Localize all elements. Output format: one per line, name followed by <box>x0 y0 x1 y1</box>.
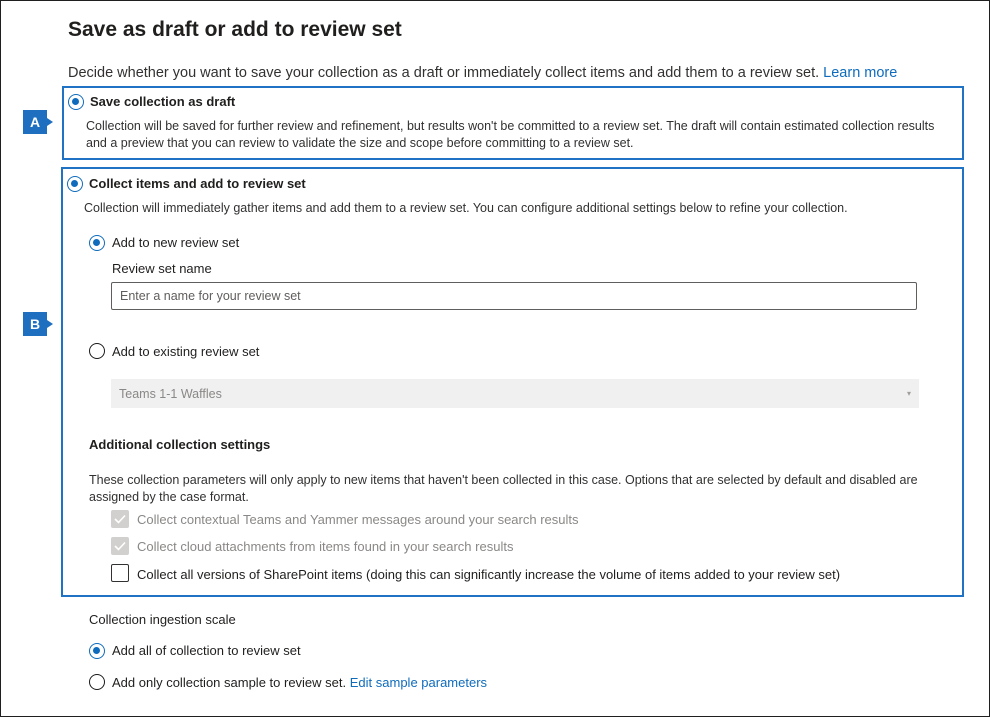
callout-b: B <box>23 312 53 336</box>
existing-review-set-dropdown[interactable]: Teams 1-1 Waffles ▾ <box>111 379 919 408</box>
collect-items-description: Collection will immediately gather items… <box>84 201 848 215</box>
additional-settings-description-2: assigned by the case format. <box>89 490 249 504</box>
chevron-down-icon: ▾ <box>906 389 911 398</box>
ingestion-scale-heading: Collection ingestion scale <box>89 612 236 627</box>
add-all-radio[interactable] <box>89 643 105 659</box>
save-draft-description-1: Collection will be saved for further rev… <box>86 119 935 133</box>
callout-a: A <box>23 110 53 134</box>
review-set-name-placeholder: Enter a name for your review set <box>120 289 301 303</box>
existing-review-set-label: Add to existing review set <box>112 344 260 359</box>
checkmark-icon <box>114 514 126 524</box>
existing-review-set-radio[interactable] <box>89 343 105 359</box>
new-review-set-label: Add to new review set <box>112 235 240 250</box>
additional-settings-description-1: These collection parameters will only ap… <box>89 473 918 487</box>
additional-settings-heading: Additional collection settings <box>89 437 271 452</box>
save-draft-radio[interactable] <box>68 94 84 110</box>
sharepoint-versions-label: Collect all versions of SharePoint items… <box>137 567 841 582</box>
save-draft-description-2: and a preview that you can review to val… <box>86 136 634 150</box>
learn-more-link[interactable]: Learn more <box>823 65 897 81</box>
checkmark-icon <box>114 541 126 551</box>
sharepoint-versions-checkbox[interactable] <box>111 564 129 582</box>
description-text: Decide whether you want to save your col… <box>68 65 820 81</box>
existing-review-set-value: Teams 1-1 Waffles <box>119 386 222 401</box>
page-description: Decide whether you want to save your col… <box>68 65 897 81</box>
contextual-messages-label: Collect contextual Teams and Yammer mess… <box>137 512 579 527</box>
add-all-label: Add all of collection to review set <box>112 643 301 658</box>
page-title: Save as draft or add to review set <box>68 18 402 41</box>
review-set-name-input[interactable]: Enter a name for your review set <box>111 282 917 310</box>
add-sample-text: Add only collection sample to review set… <box>112 675 347 690</box>
add-sample-radio[interactable] <box>89 674 105 690</box>
review-set-name-label: Review set name <box>112 261 212 276</box>
contextual-messages-checkbox[interactable] <box>111 510 129 528</box>
add-sample-label: Add only collection sample to review set… <box>112 675 487 690</box>
cloud-attachments-checkbox[interactable] <box>111 537 129 555</box>
collect-items-label: Collect items and add to review set <box>89 176 306 191</box>
edit-sample-parameters-link[interactable]: Edit sample parameters <box>350 675 487 690</box>
collect-items-radio[interactable] <box>67 176 83 192</box>
new-review-set-radio[interactable] <box>89 235 105 251</box>
save-draft-label: Save collection as draft <box>90 94 236 109</box>
cloud-attachments-label: Collect cloud attachments from items fou… <box>137 539 514 554</box>
